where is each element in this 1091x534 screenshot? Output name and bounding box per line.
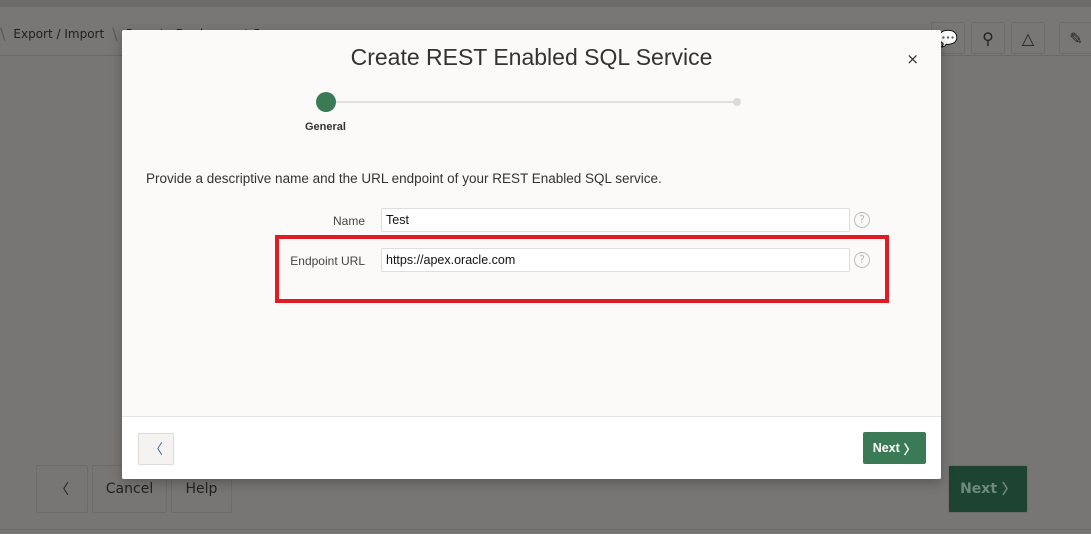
highlight-box (275, 235, 889, 303)
wizard-progress-track (327, 101, 737, 103)
name-label: Name (332, 214, 365, 228)
breadcrumb-item[interactable]: Export / Import (13, 27, 104, 41)
dialog-footer: 〈 Next 〉 (122, 416, 941, 479)
chevron-left-icon: 〈 (149, 442, 163, 458)
create-rest-sql-dialog: Create REST Enabled SQL Service × Genera… (122, 30, 941, 479)
name-input[interactable] (381, 208, 850, 232)
page-next-label: Next (960, 481, 998, 497)
comment-add-icon: 💬 (938, 28, 958, 48)
breadcrumb-separator: \ (0, 24, 6, 43)
edit-button[interactable]: ✎ (1059, 22, 1091, 54)
help-icon[interactable]: ? (854, 212, 870, 228)
shapes-button[interactable]: △ (1011, 22, 1045, 54)
wizard-step-active (316, 92, 336, 112)
dialog-title: Create REST Enabled SQL Service (350, 44, 713, 70)
shapes-icon: △ (1021, 28, 1035, 48)
page-next-button[interactable]: Next 〉 (948, 465, 1028, 513)
next-label: Next (872, 441, 900, 455)
chevron-left-icon: 〈 (55, 482, 69, 498)
next-button[interactable]: Next 〉 (863, 432, 926, 464)
close-icon[interactable]: × (906, 50, 919, 68)
breadcrumb-separator: \ (112, 24, 118, 43)
flashlight-icon: ⚲ (982, 28, 994, 48)
top-strip (0, 0, 1091, 7)
divider (0, 529, 1091, 530)
page-previous-button[interactable]: 〈 (36, 465, 88, 513)
edit-icon: ✎ (1069, 28, 1083, 48)
dialog-description: Provide a descriptive name and the URL e… (146, 171, 662, 186)
wizard-step-label: General (305, 121, 346, 133)
wizard-step-next (733, 98, 741, 106)
chevron-right-icon: 〉 (903, 442, 917, 457)
previous-button[interactable]: 〈 (138, 433, 174, 465)
flashlight-button[interactable]: ⚲ (971, 22, 1005, 54)
